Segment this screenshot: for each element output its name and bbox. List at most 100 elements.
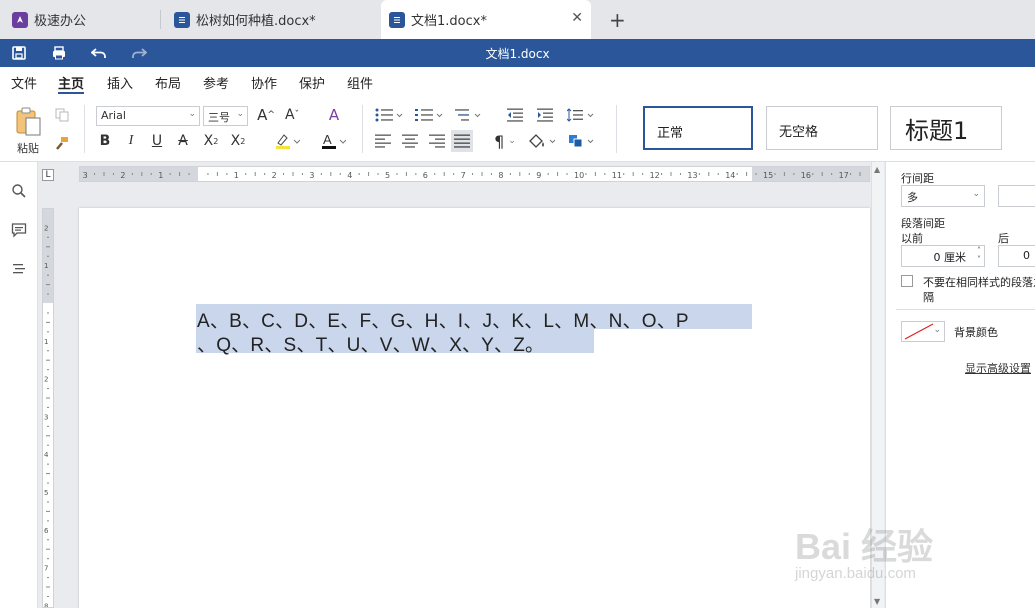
format-painter-icon[interactable] xyxy=(54,135,70,151)
rocket-icon xyxy=(12,11,28,28)
multilevel-list-icon[interactable] xyxy=(454,106,484,124)
menu-home[interactable]: 主页 xyxy=(58,73,84,92)
font-color-icon[interactable]: A xyxy=(318,131,348,151)
document-text-line[interactable]: A、B、C、D、E、F、G、H、I、J、K、L、M、N、O、P xyxy=(197,306,689,333)
document-icon xyxy=(174,11,190,28)
align-right-icon[interactable] xyxy=(428,132,446,150)
highlight-color-icon[interactable] xyxy=(272,131,302,151)
menu-insert[interactable]: 插入 xyxy=(107,73,133,92)
svg-text:5: 5 xyxy=(385,171,390,180)
style-no-spacing[interactable]: 无空格 xyxy=(766,106,878,150)
superscript-icon[interactable]: X2 xyxy=(201,131,221,151)
background-color-label: 背景颜色 xyxy=(954,326,998,339)
tab-document-active[interactable]: 文档1.docx* ✕ xyxy=(381,0,591,39)
horizontal-ruler[interactable]: 3 2 1 1 2 3 4 5 6 7 8 9 10 11 12 13 14 15 16 17 xyxy=(79,166,870,182)
numbered-list-icon[interactable] xyxy=(414,106,444,124)
menu-bar: 文件 主页 插入 布局 参考 协作 保护 组件 xyxy=(0,67,1035,95)
menu-references[interactable]: 参考 xyxy=(203,73,229,92)
no-space-same-style-checkbox[interactable] xyxy=(901,275,913,287)
svg-text:6: 6 xyxy=(44,527,49,535)
paste-icon[interactable] xyxy=(12,105,44,139)
line-spacing-value: 多 xyxy=(907,191,918,204)
svg-text:2: 2 xyxy=(120,171,125,180)
font-size-value: 三号 xyxy=(208,111,230,124)
menu-plugins[interactable]: 组件 xyxy=(347,73,373,92)
document-page[interactable] xyxy=(79,208,870,608)
document-text-line[interactable]: 、Q、R、S、T、U、V、W、X、Y、Z。 xyxy=(197,330,544,357)
svg-text:12: 12 xyxy=(650,171,660,180)
active-menu-indicator xyxy=(58,92,84,94)
line-spacing-icon[interactable] xyxy=(566,106,596,124)
clear-format-icon[interactable]: A xyxy=(324,105,344,125)
spacing-after-label: 后 xyxy=(998,232,1009,245)
subscript-icon[interactable]: X2 xyxy=(228,131,248,151)
bullet-list-icon[interactable] xyxy=(374,106,404,124)
comment-icon[interactable] xyxy=(10,221,28,239)
tab-home[interactable]: 极速办公 xyxy=(12,0,86,39)
paragraph-spacing-label: 段落间距 xyxy=(901,217,945,230)
line-spacing-amount-input[interactable] xyxy=(998,185,1035,207)
svg-text:6: 6 xyxy=(423,171,428,180)
menu-layout[interactable]: 布局 xyxy=(155,73,181,92)
align-left-icon[interactable] xyxy=(374,132,392,150)
scroll-down-icon[interactable]: ▼ xyxy=(874,597,880,606)
borders-icon[interactable] xyxy=(566,131,598,151)
tab-stop-selector[interactable]: L xyxy=(42,169,54,181)
navigation-icon[interactable] xyxy=(10,260,28,278)
svg-text:3: 3 xyxy=(309,171,314,180)
new-tab-button[interactable]: + xyxy=(609,8,626,32)
background-color-picker[interactable]: ⌄ xyxy=(901,321,945,342)
svg-text:13: 13 xyxy=(687,171,697,180)
line-spacing-select[interactable]: 多 ⌄ xyxy=(901,185,985,207)
strikethrough-icon[interactable]: A xyxy=(174,131,192,151)
svg-text:15: 15 xyxy=(763,171,773,180)
menu-file[interactable]: 文件 xyxy=(11,73,37,92)
vertical-ruler[interactable]: 2 1 1 2 3 4 5 6 7 8 xyxy=(42,208,54,608)
font-size-select[interactable]: 三号 ⌄ xyxy=(203,106,248,126)
no-space-same-style-label: 不要在相同样式的段落之 xyxy=(923,276,1035,289)
chevron-down-icon: ⌄ xyxy=(972,189,980,199)
increase-indent-icon[interactable] xyxy=(536,106,554,124)
spacing-before-value: 0 厘米 xyxy=(933,251,967,264)
advanced-settings-link[interactable]: 显示高级设置 xyxy=(965,360,1031,376)
underline-icon[interactable]: U xyxy=(148,131,166,151)
tab-separator xyxy=(160,10,161,29)
document-icon xyxy=(389,11,405,28)
tab-bar: 极速办公 松树如何种植.docx* 文档1.docx* ✕ + xyxy=(0,0,1035,39)
font-name-value: Arial xyxy=(101,109,126,122)
svg-text:A: A xyxy=(323,132,332,147)
italic-icon[interactable]: I xyxy=(122,131,140,151)
align-justify-icon[interactable] xyxy=(451,130,473,152)
shrink-font-icon[interactable]: Aˇ xyxy=(282,105,302,125)
search-icon[interactable] xyxy=(10,182,28,200)
spacing-after-input[interactable]: 0 xyxy=(998,245,1035,267)
chevron-down-icon: ⌄ xyxy=(188,109,196,119)
close-icon[interactable]: ✕ xyxy=(571,10,583,26)
scroll-up-icon[interactable]: ▲ xyxy=(874,165,880,174)
no-space-same-style-label-cont: 隔 xyxy=(923,291,934,304)
svg-text:7: 7 xyxy=(44,565,48,573)
menu-protect[interactable]: 保护 xyxy=(299,73,325,92)
font-name-select[interactable]: Arial ⌄ xyxy=(96,106,200,126)
tab-label: 极速办公 xyxy=(34,14,87,29)
paragraph-marks-icon[interactable]: ¶ ⌄ xyxy=(490,131,520,151)
bold-icon[interactable]: B xyxy=(96,131,114,151)
spacing-before-input[interactable]: 0 厘米 ˄ ˅ xyxy=(901,245,985,267)
left-sidebar xyxy=(0,162,38,608)
svg-text:1: 1 xyxy=(158,171,163,180)
align-center-icon[interactable] xyxy=(401,132,419,150)
svg-text:3: 3 xyxy=(44,413,48,421)
menu-collaborate[interactable]: 协作 xyxy=(251,73,277,92)
spinner-icon[interactable]: ˄ ˅ xyxy=(977,246,981,264)
grow-font-icon[interactable]: A ^ xyxy=(256,105,276,125)
svg-text:1: 1 xyxy=(234,171,239,180)
svg-text:17: 17 xyxy=(839,171,849,180)
tab-document[interactable]: 松树如何种植.docx* xyxy=(174,0,316,39)
title-bar: 文档1.docx xyxy=(0,39,1035,67)
style-normal[interactable]: 正常 xyxy=(643,106,753,150)
decrease-indent-icon[interactable] xyxy=(506,106,524,124)
style-heading-1[interactable]: 标题1 xyxy=(890,106,1002,150)
shading-icon[interactable] xyxy=(526,131,558,151)
copy-icon[interactable] xyxy=(54,107,70,123)
baidu-watermark-url: jingyan.baidu.com xyxy=(795,565,916,582)
